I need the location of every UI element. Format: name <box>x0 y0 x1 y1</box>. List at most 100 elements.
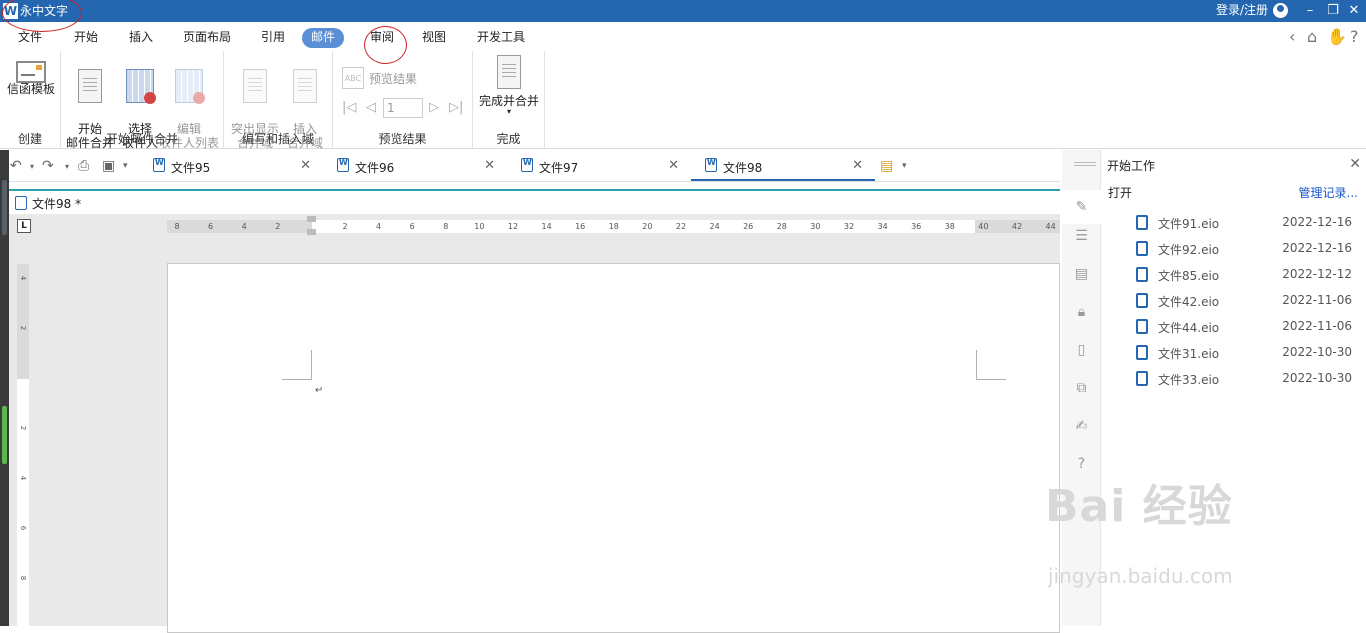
close-tab-icon[interactable]: ✕ <box>484 158 495 173</box>
redo-dropdown-icon[interactable]: ▾ <box>65 162 69 171</box>
close-window-button[interactable]: ✕ <box>1346 2 1362 20</box>
touch-mode-icon[interactable]: ✋ <box>1327 27 1347 46</box>
file-icon <box>1136 267 1148 282</box>
recent-file-item[interactable]: 文件91.eio 2022-12-16 <box>1132 212 1354 232</box>
menu-developer[interactable]: 开发工具 <box>472 28 530 48</box>
save-icon[interactable]: ▣ <box>102 158 115 174</box>
next-record-icon[interactable]: ▷ <box>429 100 439 115</box>
vertical-ruler[interactable]: 4 2 2 4 6 8 <box>17 264 29 629</box>
letter-template-button[interactable]: 信函模板 <box>5 55 57 96</box>
recent-file-item[interactable]: 文件33.eio 2022-10-30 <box>1132 368 1354 388</box>
collapse-left-icon[interactable]: ‹ <box>1289 27 1295 46</box>
new-document-icon[interactable]: ▤ <box>880 158 893 174</box>
settings-icon[interactable]: ☰ <box>1073 228 1090 245</box>
document-page[interactable]: ↵ <box>167 263 1060 633</box>
ruler-tick-label: 4 <box>376 222 382 231</box>
user-avatar-icon[interactable] <box>1273 3 1288 18</box>
login-link[interactable]: 登录/注册 <box>1216 2 1268 18</box>
document-tab-bar: ↶ ▾ ↷ ▾ ⎙ ▣ ▾ 文件95 ✕ 文件96 ✕ 文件97 ✕ 文件98 … <box>0 150 1060 182</box>
ruler-tick-label: 36 <box>911 222 922 231</box>
edit-icon[interactable]: ✍ <box>1073 418 1090 435</box>
tab-label: 文件98 <box>723 161 763 175</box>
tab-document-95[interactable]: 文件95 ✕ <box>139 151 323 181</box>
copy-icon[interactable]: ⧉ <box>1073 380 1090 397</box>
undo-icon[interactable]: ↶ <box>10 158 22 174</box>
recent-file-date: 2022-12-12 <box>1282 267 1352 281</box>
ruler-tick-label: 14 <box>541 222 552 231</box>
document-name: 文件98 * <box>32 197 82 211</box>
restore-button[interactable]: ❐ <box>1325 2 1341 20</box>
group-preview: ABC 预览结果 |◁ ◁ 1 ▷ ▷| 预览结果 <box>333 51 473 149</box>
menu-insert[interactable]: 插入 <box>124 28 158 48</box>
record-number-input[interactable]: 1 <box>383 98 423 118</box>
undo-dropdown-icon[interactable]: ▾ <box>30 162 34 171</box>
file-icon <box>1136 215 1148 230</box>
menu-bar: 文件 开始 插入 页面布局 引用 邮件 审阅 视图 开发工具 ‹ ⌂ ✋ ? <box>0 22 1366 51</box>
new-document-dropdown-icon[interactable]: ▾ <box>902 161 907 171</box>
ruler-tick-label: 8 <box>19 575 27 581</box>
file-icon <box>1136 371 1148 386</box>
close-tab-icon[interactable]: ✕ <box>852 158 863 173</box>
ruler-tick-label: 2 <box>19 325 27 331</box>
left-indent-marker[interactable] <box>307 229 316 235</box>
ruler-tick-label: 16 <box>575 222 586 231</box>
menu-view[interactable]: 视图 <box>417 28 451 48</box>
tab-document-97[interactable]: 文件97 ✕ <box>507 151 691 181</box>
menu-home[interactable]: 开始 <box>69 28 103 48</box>
scroll-handle-main[interactable] <box>2 406 7 464</box>
start-mail-merge-button[interactable]: 开始 邮件合并 <box>64 55 116 164</box>
scroll-handle-top[interactable] <box>2 180 7 235</box>
close-tab-icon[interactable]: ✕ <box>668 158 679 173</box>
recent-file-item[interactable]: 文件42.eio 2022-11-06 <box>1132 290 1354 310</box>
tab-stop-selector[interactable]: L <box>17 219 31 233</box>
redo-icon[interactable]: ↷ <box>42 158 54 174</box>
preview-results-label[interactable]: 预览结果 <box>369 70 417 87</box>
menu-page-layout[interactable]: 页面布局 <box>178 28 236 48</box>
highlight-merge-fields-button[interactable]: 突出显示 合并域 <box>228 55 282 164</box>
left-edge-bar <box>0 150 9 626</box>
finish-merge-button[interactable]: 完成并合并 ▾ <box>477 55 541 116</box>
help-icon[interactable]: ? <box>1350 27 1359 46</box>
first-record-icon[interactable]: |◁ <box>342 100 356 115</box>
recent-file-item[interactable]: 文件31.eio 2022-10-30 <box>1132 342 1354 362</box>
recent-file-item[interactable]: 文件44.eio 2022-11-06 <box>1132 316 1354 336</box>
menu-mailings[interactable]: 邮件 <box>302 28 345 48</box>
select-recipients-button[interactable]: 选择 收件人 <box>117 55 163 164</box>
lock-icon[interactable]: 🔒︎ <box>1073 304 1090 321</box>
insert-field-icon <box>293 69 317 103</box>
prev-record-icon[interactable]: ◁ <box>366 100 376 115</box>
task-pane-icon-strip: ✎ ☰ ▤ 🔒︎ ▯ ⧉ ✍ ? <box>1062 150 1101 626</box>
group-label-start-merge: 开始邮件合并 <box>105 132 178 146</box>
group-label-finish: 完成 <box>496 132 521 146</box>
recent-file-name: 文件31.eio <box>1158 347 1220 361</box>
minimize-button[interactable]: – <box>1302 2 1318 20</box>
close-tab-icon[interactable]: ✕ <box>300 158 311 173</box>
pencil-icon[interactable]: ✎ <box>1062 190 1101 224</box>
tab-document-96[interactable]: 文件96 ✕ <box>323 151 507 181</box>
ribbon-collapse-icon[interactable]: ⌂ <box>1307 27 1317 46</box>
group-label-write-insert: 编写和插入域 <box>241 132 314 146</box>
group-create: 信函模板 创建 <box>0 51 61 149</box>
customize-qa-icon[interactable]: ▾ <box>123 161 128 171</box>
open-label[interactable]: 打开 <box>1108 184 1132 201</box>
styles-icon[interactable]: ▤ <box>1073 266 1090 283</box>
recent-file-name: 文件44.eio <box>1158 321 1220 335</box>
clip-icon[interactable]: ▯ <box>1073 342 1090 359</box>
print-preview-icon[interactable]: ⎙ <box>78 158 89 174</box>
tab-document-98[interactable]: 文件98 ✕ <box>691 151 875 181</box>
first-line-indent-marker[interactable] <box>307 216 316 222</box>
ribbon: 信函模板 创建 开始 邮件合并 选择 收件人 编辑 收件人列表 开始邮件合并 突… <box>0 51 1366 150</box>
manage-records-link[interactable]: 管理记录... <box>1299 184 1358 201</box>
edit-recipient-list-button[interactable]: 编辑 收件人列表 <box>159 55 219 164</box>
pane-grip-icon[interactable] <box>1074 162 1096 166</box>
horizontal-ruler[interactable]: 8 6 4 2 2 4 6 8 10 12 14 16 18 20 22 24 26 28 30 32 34 36 38 40… <box>167 216 1060 235</box>
menu-references[interactable]: 引用 <box>256 28 290 48</box>
file-icon <box>1136 293 1148 308</box>
file-icon <box>1136 345 1148 360</box>
insert-merge-field-button[interactable]: 插入 合并域 <box>280 55 330 164</box>
ruler-tick-label: 34 <box>877 222 888 231</box>
recent-file-item[interactable]: 文件85.eio 2022-12-12 <box>1132 264 1354 284</box>
last-record-icon[interactable]: ▷| <box>449 100 463 115</box>
close-pane-icon[interactable]: ✕ <box>1349 156 1361 172</box>
recent-file-item[interactable]: 文件92.eio 2022-12-16 <box>1132 238 1354 258</box>
